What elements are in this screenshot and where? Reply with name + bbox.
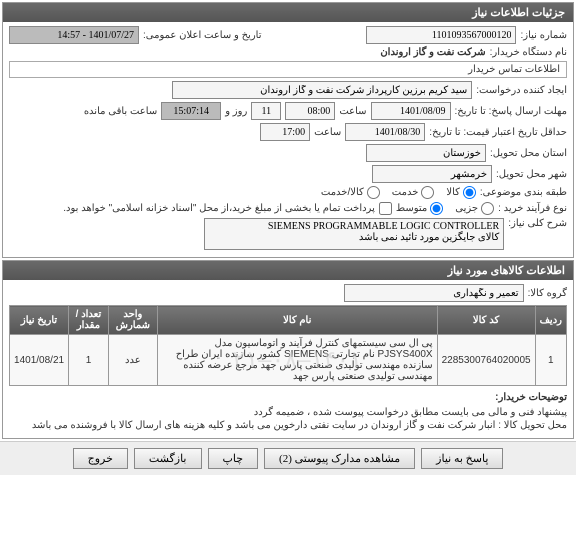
cell-name-text: پی ال سی سیستمهای کنترل فرآیند و اتوماسی… xyxy=(176,338,433,382)
time-label-1: ساعت xyxy=(339,106,366,117)
remain-days xyxy=(251,102,281,120)
need-no-label: شماره نیاز: xyxy=(520,30,567,41)
cell-unit: عدد xyxy=(108,335,157,386)
radio-both-label: کالا/خدمت xyxy=(321,187,364,198)
radio-both[interactable]: کالا/خدمت xyxy=(321,186,380,199)
radio-low[interactable]: جزیی xyxy=(455,202,494,215)
table-row[interactable]: 1 2285300764020005 پی ال سی سیستمهای کنت… xyxy=(10,335,567,386)
reply-button[interactable]: پاسخ به نیاز xyxy=(421,448,503,469)
need-desc-label: شرح کلی نیاز: xyxy=(508,218,567,229)
validity-time[interactable] xyxy=(260,123,310,141)
cell-qty: 1 xyxy=(69,335,109,386)
th-unit: واحد شمارش xyxy=(108,306,157,335)
radio-mid-label: متوسط xyxy=(396,203,427,214)
items-table: ردیف کد کالا نام کالا واحد شمارش تعداد /… xyxy=(9,305,567,386)
announce-label: تاریخ و ساعت اعلان عمومی: xyxy=(143,30,262,41)
radio-service[interactable]: خدمت xyxy=(392,186,435,199)
province-input[interactable] xyxy=(366,144,486,162)
validity-label: حداقل تاریخ اعتبار قیمت: تا تاریخ: xyxy=(429,127,567,138)
th-date: تاریخ نیاز xyxy=(10,306,69,335)
city-input[interactable] xyxy=(372,165,492,183)
exit-button[interactable]: خروج xyxy=(73,448,128,469)
need-info-header: جزئیات اطلاعات نیاز xyxy=(3,3,573,22)
cell-name: پی ال سی سیستمهای کنترل فرآیند و اتوماسی… xyxy=(157,335,437,386)
remain-time xyxy=(161,102,221,120)
remain-suffix: ساعت باقی مانده xyxy=(84,106,157,117)
radio-goods-label: کالا xyxy=(446,187,460,198)
goods-group-input[interactable] xyxy=(344,284,524,302)
th-code: کد کالا xyxy=(437,306,535,335)
buttons-bar: پاسخ به نیاز مشاهده مدارک پیوستی (2) چاپ… xyxy=(0,441,576,475)
need-no-input[interactable] xyxy=(366,26,516,44)
th-row: ردیف xyxy=(535,306,566,335)
radio-mid[interactable]: متوسط xyxy=(396,202,443,215)
category-label: طبقه بندی موضوعی: xyxy=(480,187,567,198)
deadline-label: مهلت ارسال پاسخ: تا تاریخ: xyxy=(455,106,567,117)
th-qty: تعداد / مقدار xyxy=(69,306,109,335)
radio-low-label: جزیی xyxy=(455,203,478,214)
need-items-panel: اطلاعات کالاهای مورد نیاز گروه کالا: ردی… xyxy=(2,260,574,439)
cell-date: 1401/08/21 xyxy=(10,335,69,386)
buyer-note-2: محل تحویل کالا : انبار شرکت نفت و گاز ار… xyxy=(32,420,567,431)
treasury-checkbox[interactable]: پرداخت تمام یا بخشی از مبلغ خرید،از محل … xyxy=(63,202,392,215)
requester-label: ایجاد کننده درخواست: xyxy=(476,85,567,96)
buyer-notes-label: توضیحات خریدار: xyxy=(495,392,567,403)
buyer-value: شرکت نفت و گاز اروندان xyxy=(380,47,485,58)
radio-service-label: خدمت xyxy=(392,187,419,198)
time-label-2: ساعت xyxy=(314,127,341,138)
validity-date[interactable] xyxy=(345,123,425,141)
announce-input xyxy=(9,26,139,44)
buyer-note-1: پیشنهاد فنی و مالی می بایست مطابق درخواس… xyxy=(32,407,567,418)
deadline-time[interactable] xyxy=(285,102,335,120)
goods-group-label: گروه کالا: xyxy=(528,288,567,299)
need-items-header: اطلاعات کالاهای مورد نیاز xyxy=(3,261,573,280)
buy-type-label: نوع فرآیند خرید : xyxy=(498,203,567,214)
th-name: نام کالا xyxy=(157,306,437,335)
city-label: شهر محل تحویل: xyxy=(496,169,567,180)
deadline-date[interactable] xyxy=(371,102,451,120)
radio-goods[interactable]: کالا xyxy=(446,186,476,199)
need-info-panel: جزئیات اطلاعات نیاز شماره نیاز: تاریخ و … xyxy=(2,2,574,258)
attachments-button[interactable]: مشاهده مدارک پیوستی (2) xyxy=(264,448,415,469)
need-desc-textarea[interactable]: SIEMENS PROGRAMMABLE LOGIC CONTROLLER کا… xyxy=(204,218,504,250)
remain-days-label: روز و xyxy=(225,106,247,117)
cell-code: 2285300764020005 xyxy=(437,335,535,386)
requester-input xyxy=(172,81,472,99)
contact-info-header: اطلاعات تماس خریدار xyxy=(9,61,567,78)
back-button[interactable]: بازگشت xyxy=(134,448,202,469)
print-button[interactable]: چاپ xyxy=(208,448,259,469)
province-label: استان محل تحویل: xyxy=(490,148,567,159)
buyer-label: نام دستگاه خریدار: xyxy=(490,47,567,58)
cell-row: 1 xyxy=(535,335,566,386)
treasury-note: پرداخت تمام یا بخشی از مبلغ خرید،از محل … xyxy=(63,203,375,214)
